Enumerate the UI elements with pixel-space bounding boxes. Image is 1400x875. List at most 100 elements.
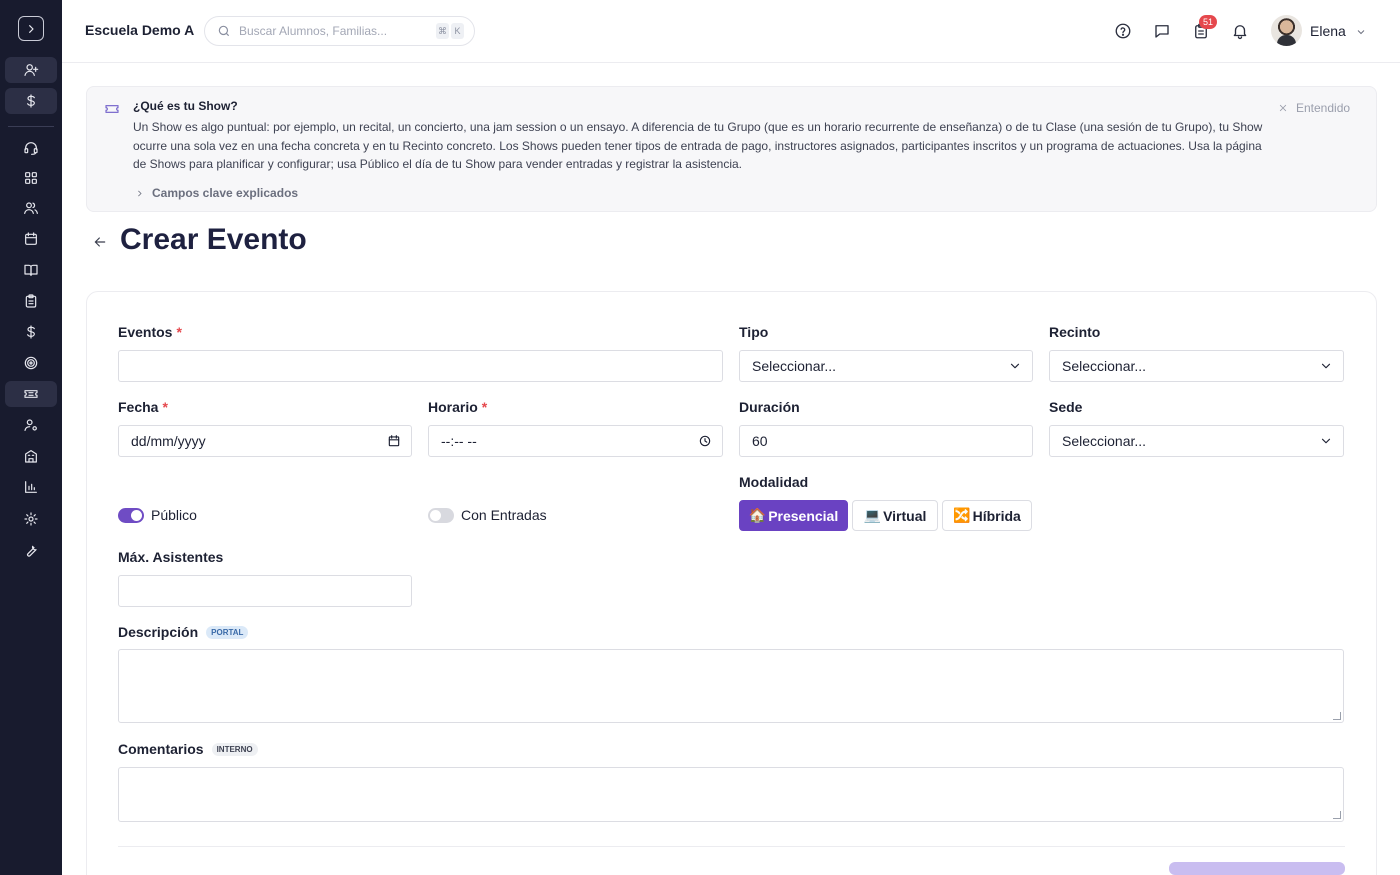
horario-label: Horario * [428,399,488,415]
sidebar-item-dashboard[interactable] [5,165,57,191]
user-name[interactable]: Elena [1310,23,1346,39]
comentarios-textarea[interactable] [118,767,1344,822]
user-menu-button[interactable] [1355,25,1367,37]
user-settings-icon [24,419,37,431]
calendar-icon [388,435,400,447]
sede-select[interactable]: Seleccionar... [1049,425,1344,457]
building-icon [25,450,37,463]
sidebar-item-goals[interactable] [5,350,57,376]
horario-input[interactable]: --:-- -- [428,425,723,457]
sidebar-item-venues[interactable] [5,443,57,469]
user-avatar[interactable] [1271,15,1302,46]
chevron-right-icon [138,190,142,196]
wrench-icon [27,545,37,557]
entradas-toggle[interactable] [428,508,454,523]
sidebar-item-attendance[interactable] [5,288,57,314]
modalidad-presencial-label: Presencial [768,507,839,524]
recinto-select-value: Seleccionar... [1062,358,1147,374]
shuffle-icon: 🔀 [953,507,971,523]
laptop-icon: 💻 [863,507,882,523]
search-box[interactable]: ⌘ K [204,16,475,46]
user-plus-icon [24,64,39,76]
clock-icon [699,435,711,447]
descripcion-label: Descripción PORTAL [118,624,249,640]
info-banner: ¿Qué es tu Show? Un Show es algo puntual… [86,86,1377,212]
chevron-right-icon [29,24,34,33]
resize-handle[interactable] [1333,712,1341,720]
publico-label: Público [151,507,197,523]
submit-button[interactable] [1169,862,1345,875]
key-fields-expander[interactable]: Campos clave explicados [135,186,298,200]
duracion-label: Duración [739,399,800,415]
banner-title: ¿Qué es tu Show? [133,99,238,113]
ticket-icon [104,101,120,117]
sidebar-item-billing[interactable] [5,319,57,345]
publico-toggle[interactable] [118,508,144,523]
chevron-down-icon [1321,438,1331,444]
sidebar [0,0,62,875]
sidebar-item-support[interactable] [5,135,57,161]
tipo-select[interactable]: Seleccionar... [739,350,1033,382]
recinto-label: Recinto [1049,324,1101,340]
form-divider [118,846,1345,847]
target-icon [24,356,38,370]
notifications-button[interactable] [1229,20,1251,42]
toggle-knob [131,510,142,521]
fecha-input[interactable]: dd/mm/yyyy [118,425,412,457]
search-input[interactable] [239,24,419,38]
book-icon [24,264,38,276]
sidebar-item-calendar[interactable] [5,226,57,252]
modalidad-virtual-button[interactable]: 💻 Virtual [852,500,938,531]
comentarios-label: Comentarios INTERNO [118,741,258,757]
modalidad-presencial-button[interactable]: 🏠 Presencial [739,500,848,531]
messages-button[interactable] [1151,20,1173,42]
descripcion-textarea[interactable] [118,649,1344,723]
chevron-down-icon [1010,363,1020,369]
shortcut-key-cmd: ⌘ [436,23,449,39]
school-name: Escuela Demo A [85,22,195,38]
eventos-input[interactable] [118,350,723,382]
help-icon [1115,23,1131,39]
gear-icon [24,512,38,526]
tasks-count-badge: 51 [1199,15,1217,29]
max-asistentes-label: Máx. Asistentes [118,549,224,565]
fecha-label: Fecha * [118,399,168,415]
dismiss-button[interactable]: Entendido [1278,101,1350,115]
dashboard-icon [25,172,37,184]
resize-handle[interactable] [1333,811,1341,819]
sidebar-divider [8,126,54,127]
help-button[interactable] [1112,20,1134,42]
sede-label: Sede [1049,399,1083,415]
back-button[interactable] [92,234,110,250]
ticket-icon [24,390,38,398]
modalidad-hibrida-button[interactable]: 🔀 Híbrida [942,500,1032,531]
recinto-select[interactable]: Seleccionar... [1049,350,1344,382]
headset-icon [24,142,38,155]
chevron-down-icon [1357,30,1365,35]
sidebar-toggle-button[interactable] [18,16,44,41]
duracion-input[interactable]: 60 [739,425,1033,457]
sidebar-item-reports[interactable] [5,474,57,500]
chat-icon [1155,25,1169,38]
arrow-left-icon [94,237,106,247]
sidebar-item-users[interactable] [5,195,57,221]
banner-body: Un Show es algo puntual: por ejemplo, un… [133,120,1263,171]
page-title: Crear Evento [120,223,307,256]
chart-icon [25,481,37,493]
sidebar-item-tools[interactable] [5,537,57,563]
sidebar-item-courses[interactable] [5,257,57,283]
dismiss-label: Entendido [1296,101,1351,115]
sidebar-item-staff[interactable] [5,412,57,438]
tipo-select-value: Seleccionar... [752,358,837,374]
search-icon [218,25,230,37]
calendar-icon [25,232,37,245]
modalidad-hibrida-label: Híbrida [972,507,1021,524]
house-icon: 🏠 [748,507,767,523]
sidebar-item-add-student[interactable] [5,57,57,83]
sidebar-item-shows[interactable] [5,381,57,407]
fecha-placeholder: dd/mm/yyyy [131,433,206,449]
max-asistentes-input[interactable] [118,575,412,607]
sidebar-item-payments[interactable] [5,88,57,114]
sidebar-item-settings[interactable] [5,506,57,532]
chevron-down-icon [1321,363,1331,369]
